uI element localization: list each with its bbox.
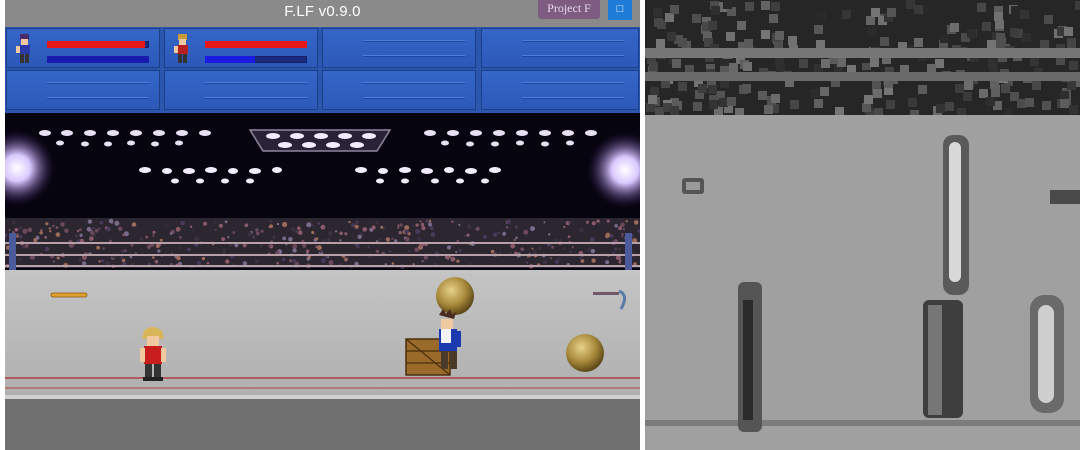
zoomed-view: [645, 0, 1080, 450]
game-title: F.LF v0.9.0: [284, 3, 361, 20]
empty-slot: [481, 28, 639, 68]
title-bar: F.LF v0.9.0 Project F □: [5, 0, 640, 27]
arena-scene: [5, 113, 640, 450]
arena-stage: [5, 113, 640, 450]
hp-bar-1: [47, 41, 149, 48]
project-button[interactable]: Project F: [538, 0, 600, 19]
mp-bar-1: [47, 56, 149, 63]
empty-slot: [322, 28, 476, 68]
ring-floor: [5, 270, 640, 395]
blue-hero-avatar-icon: [16, 34, 30, 63]
empty-slot: [6, 70, 160, 110]
player-hud: [5, 27, 640, 113]
empty-slot: [164, 70, 318, 110]
ring-apron: [5, 399, 640, 450]
mp-bar-2: [205, 56, 307, 63]
square-icon[interactable]: □: [608, 0, 632, 20]
red-hero-avatar-icon: [174, 34, 188, 63]
hp-bar-2: [205, 41, 307, 48]
stone-ball-icon: [436, 277, 474, 315]
game-panel: F.LF v0.9.0 Project F □: [5, 0, 640, 450]
baseball-bat-icon: [50, 292, 88, 298]
zoomed-scene: [645, 0, 1080, 450]
empty-slot: [481, 70, 639, 110]
empty-slot: [322, 70, 476, 110]
player-slot-2: [164, 28, 318, 68]
player-slot-1: [6, 28, 160, 68]
stone-ball-icon: [566, 334, 604, 372]
